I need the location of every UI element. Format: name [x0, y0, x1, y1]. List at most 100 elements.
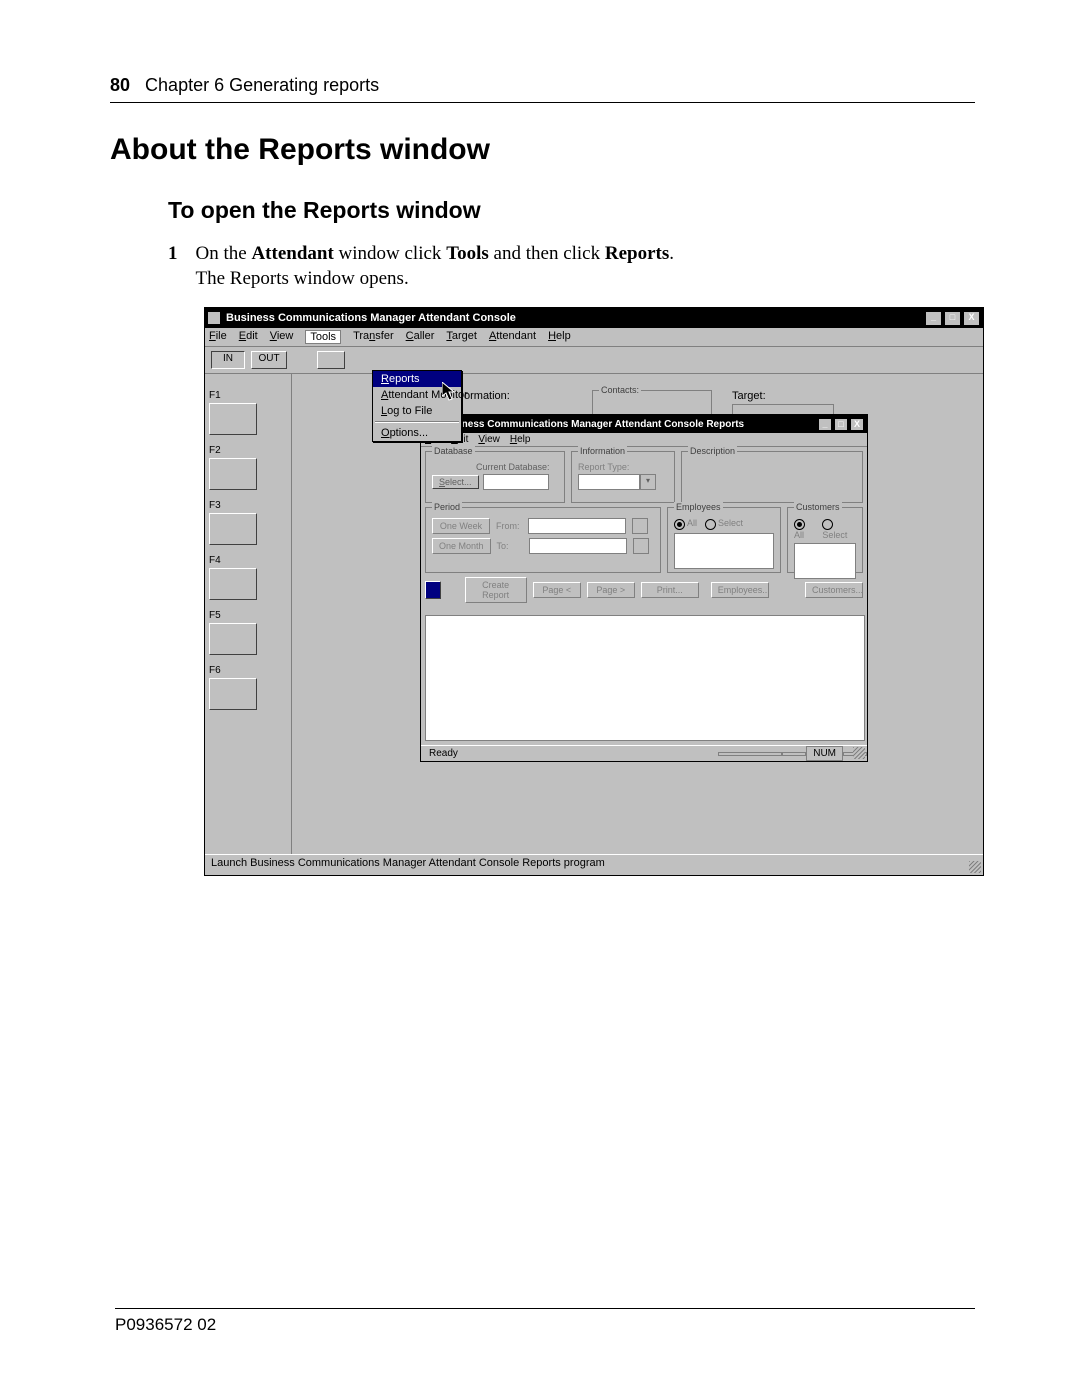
target-label: Target:	[732, 390, 766, 402]
menu-file[interactable]: File	[209, 330, 227, 344]
menu-attendant[interactable]: Attendant	[489, 330, 536, 344]
contacts-legend: Contacts:	[599, 385, 641, 395]
f3-label: F3	[209, 500, 287, 511]
doc-id: P0936572 02	[115, 1315, 216, 1334]
tools-menu: Reports Attendant Monitor Log to File Op…	[372, 370, 462, 442]
description-group-legend: Description	[688, 446, 737, 456]
out-button[interactable]: OUT	[251, 351, 287, 369]
database-group-legend: Database	[432, 446, 475, 456]
window-title: Business Communications Manager Attendan…	[226, 312, 919, 324]
period-group-legend: Period	[432, 502, 462, 512]
reports-menu-view[interactable]: View	[478, 434, 500, 445]
from-label: From:	[496, 521, 522, 531]
employees-button[interactable]: Employees...	[711, 582, 769, 598]
in-button[interactable]: IN	[211, 351, 245, 369]
toolbar: IN OUT	[205, 347, 983, 374]
current-database-field	[483, 474, 549, 490]
tools-menu-log-to-file[interactable]: Log to File	[373, 403, 461, 419]
reports-window-title: Business Communications Manager Attendan…	[440, 419, 812, 430]
loop-buttons-panel: F1 F2 F3 F4 F5 F6	[205, 374, 292, 854]
chapter-title: Chapter 6 Generating reports	[145, 75, 379, 95]
menu-help[interactable]: Help	[548, 330, 571, 344]
reports-maximize-button[interactable]: □	[834, 418, 848, 431]
page-header: 80 Chapter 6 Generating reports	[110, 75, 975, 103]
employees-all-radio[interactable]	[674, 519, 685, 530]
menu-target[interactable]: Target	[446, 330, 477, 344]
maximize-button[interactable]: □	[944, 311, 961, 326]
loop-f1[interactable]	[209, 403, 257, 435]
reports-status-bar: Ready NUM	[421, 745, 867, 761]
information-group-legend: Information	[578, 446, 627, 456]
customers-all-radio[interactable]	[794, 519, 805, 530]
reports-status-num: NUM	[806, 746, 843, 761]
f5-label: F5	[209, 610, 287, 621]
heading-1: About the Reports window	[110, 133, 975, 167]
from-date-field[interactable]	[528, 518, 626, 534]
menu-transfer[interactable]: Transfer	[353, 330, 394, 344]
f2-label: F2	[209, 445, 287, 456]
to-date-field[interactable]	[529, 538, 627, 554]
customers-group-legend: Customers	[794, 502, 842, 512]
dropdown-icon[interactable]: ▾	[640, 474, 656, 490]
step-body: On the Attendant window click Tools and …	[196, 242, 675, 291]
menu-tools[interactable]: Tools	[305, 330, 341, 344]
page-number: 80	[110, 75, 130, 95]
screenshot-main-window: Business Communications Manager Attendan…	[204, 307, 984, 876]
print-button[interactable]: Print...	[641, 582, 699, 598]
step-number: 1	[168, 242, 178, 291]
app-icon	[208, 312, 220, 324]
step-1: 1 On the Attendant window click Tools an…	[168, 242, 975, 291]
employees-group-legend: Employees	[674, 502, 723, 512]
menu-edit[interactable]: Edit	[239, 330, 258, 344]
loop-f5[interactable]	[209, 623, 257, 655]
employees-listbox[interactable]	[674, 533, 774, 569]
f1-label: F1	[209, 390, 287, 401]
create-report-button[interactable]: Create Report	[465, 577, 527, 603]
reports-menu-help[interactable]: Help	[510, 434, 531, 445]
loop-f3[interactable]	[209, 513, 257, 545]
reports-close-button[interactable]: X	[850, 418, 864, 431]
reports-window: Business Communications Manager Attendan…	[420, 414, 868, 762]
reports-minimize-button[interactable]: _	[818, 418, 832, 431]
loop-f4[interactable]	[209, 568, 257, 600]
minimize-button[interactable]: _	[925, 311, 942, 326]
f4-label: F4	[209, 555, 287, 566]
resize-grip-icon[interactable]	[853, 747, 865, 759]
page-next-button[interactable]: Page >	[587, 582, 635, 598]
report-type-field[interactable]	[578, 474, 640, 490]
information-label: ormation:	[464, 390, 510, 402]
to-label: To:	[497, 541, 523, 551]
main-resize-grip-icon[interactable]	[969, 861, 981, 873]
f6-label: F6	[209, 665, 287, 676]
heading-2: To open the Reports window	[168, 197, 975, 224]
main-status-bar: Launch Business Communications Manager A…	[205, 854, 983, 875]
titlebar: Business Communications Manager Attendan…	[205, 308, 983, 328]
toolbar-button[interactable]	[317, 351, 345, 369]
menu-view[interactable]: View	[270, 330, 294, 344]
tools-menu-options[interactable]: Options...	[373, 425, 461, 441]
page-footer: P0936572 02	[115, 1308, 975, 1335]
report-preview-area	[425, 615, 865, 741]
cursor-icon	[442, 382, 458, 402]
report-type-label: Report Type:	[578, 462, 668, 472]
reports-status-ready: Ready	[421, 747, 718, 760]
customers-button[interactable]: Customers...	[805, 582, 863, 598]
employees-select-radio[interactable]	[705, 519, 716, 530]
current-database-label: Current Database:	[476, 462, 558, 472]
one-week-button[interactable]: One Week	[432, 518, 490, 534]
loop-f2[interactable]	[209, 458, 257, 490]
page-prev-button[interactable]: Page <	[533, 582, 581, 598]
from-date-picker-icon[interactable]	[632, 518, 648, 534]
menubar: File Edit View Tools Transfer Caller Tar…	[205, 328, 983, 347]
select-database-button[interactable]: Select...	[432, 475, 479, 489]
menu-caller[interactable]: Caller	[406, 330, 435, 344]
close-button[interactable]: X	[963, 311, 980, 326]
customers-select-radio[interactable]	[822, 519, 833, 530]
main-status-text: Launch Business Communications Manager A…	[211, 857, 605, 869]
to-date-picker-icon[interactable]	[633, 538, 649, 554]
toolbar-icon[interactable]	[425, 581, 441, 599]
one-month-button[interactable]: One Month	[432, 538, 491, 554]
loop-f6[interactable]	[209, 678, 257, 710]
customers-listbox[interactable]	[794, 543, 856, 579]
menu-separator	[375, 421, 459, 423]
